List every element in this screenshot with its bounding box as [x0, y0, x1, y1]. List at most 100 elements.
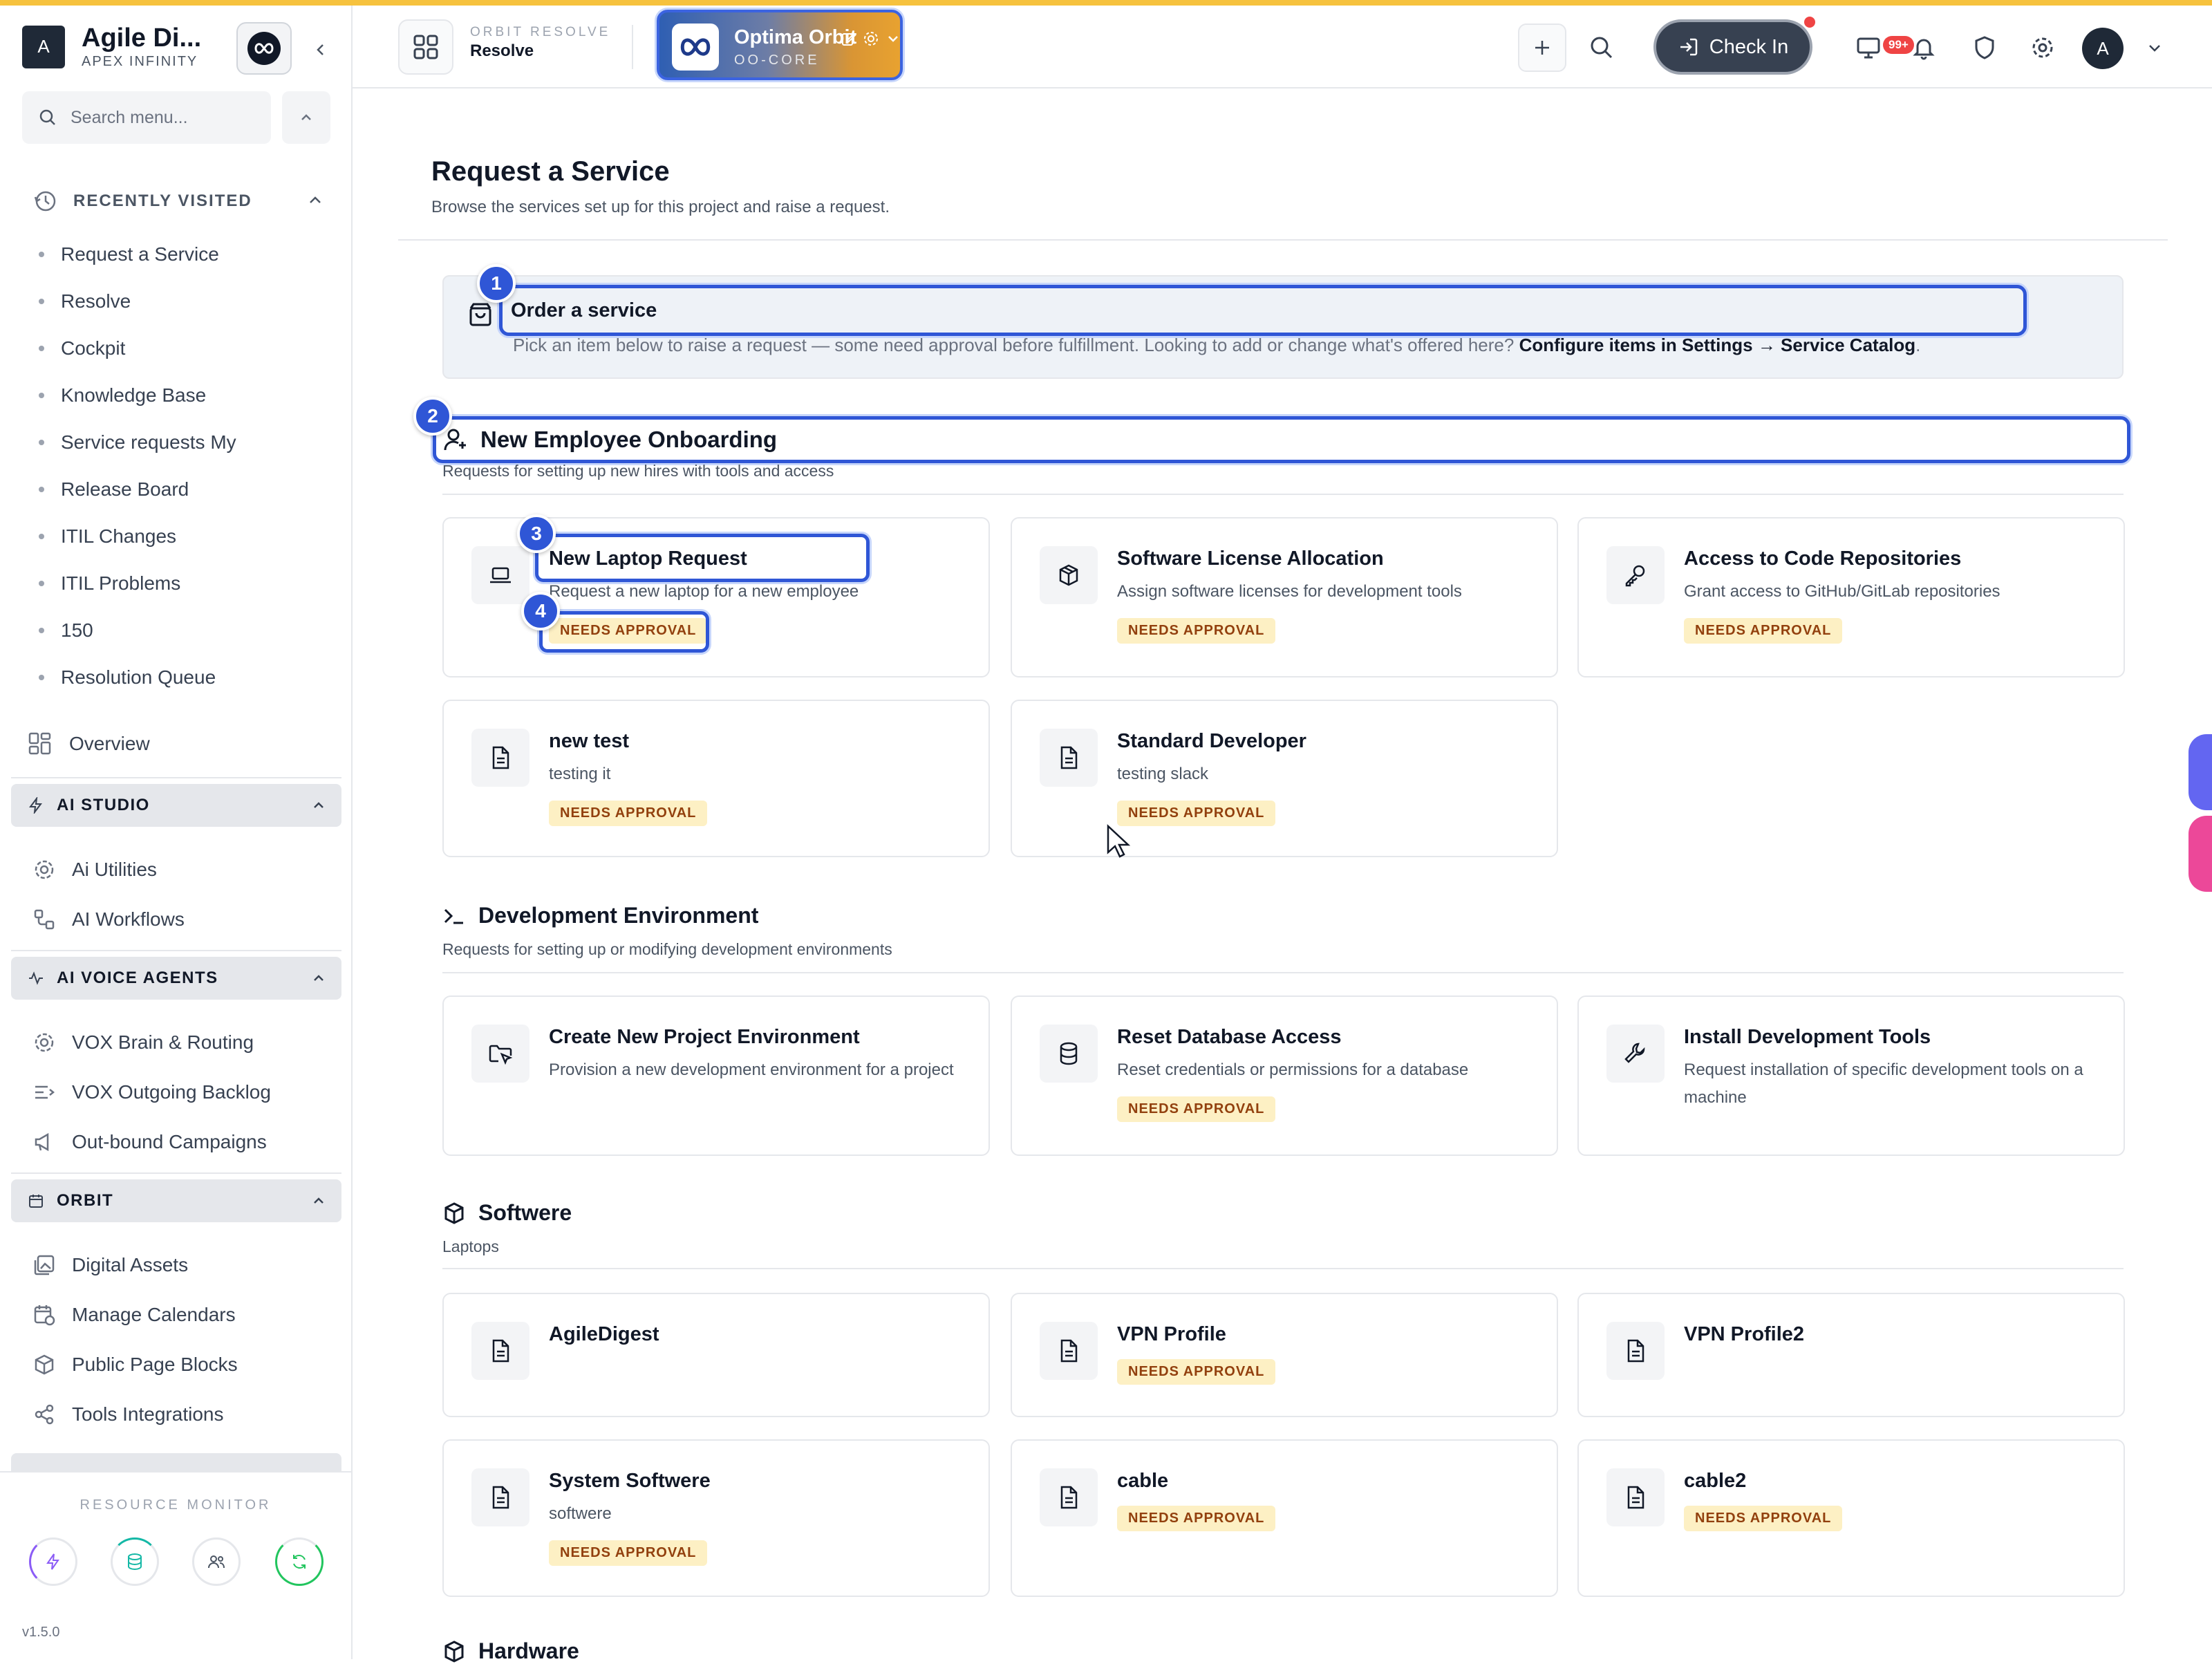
page-title: Request a Service — [431, 156, 670, 187]
service-card-new-test[interactable]: new test testing it NEEDS APPROVAL — [442, 700, 990, 857]
sidebar-item-outbound-campaigns[interactable]: Out-bound Campaigns — [33, 1121, 267, 1163]
chevron-up-icon[interactable] — [282, 91, 330, 144]
service-card-code-repositories[interactable]: Access to Code Repositories Grant access… — [1577, 517, 2125, 677]
workspace-logo-icon[interactable] — [236, 22, 292, 75]
service-card-software-license[interactable]: Software License Allocation Assign softw… — [1011, 517, 1558, 677]
chevron-up-icon[interactable] — [311, 971, 326, 986]
service-description: softwere — [549, 1504, 612, 1523]
calendar-icon — [29, 1195, 43, 1208]
needs-approval-badge: NEEDS APPROVAL — [1117, 618, 1276, 644]
recent-item[interactable]: 150 — [39, 607, 236, 654]
recent-item[interactable]: Release Board — [39, 466, 236, 513]
floating-feedback-button[interactable] — [2188, 816, 2212, 892]
sidebar-item-public-page-blocks[interactable]: Public Page Blocks — [33, 1344, 238, 1385]
recent-item[interactable]: Cockpit — [39, 325, 236, 372]
app-switcher-grid-icon[interactable] — [398, 19, 453, 75]
app-version: v1.5.0 — [22, 1625, 60, 1640]
check-in-button[interactable]: Check In — [1653, 19, 1812, 75]
chevron-up-icon[interactable] — [311, 1193, 326, 1208]
sidebar-item-vox-outgoing[interactable]: VOX Outgoing Backlog — [33, 1072, 271, 1113]
chevron-up-icon[interactable] — [307, 192, 324, 209]
megaphone-icon — [35, 1132, 49, 1152]
needs-approval-badge: NEEDS APPROVAL — [1117, 1096, 1276, 1122]
divider — [632, 25, 633, 69]
floating-assistant-button[interactable] — [2188, 734, 2212, 810]
service-description: testing slack — [1117, 765, 1209, 783]
service-title: new test — [549, 730, 630, 752]
activity-icon — [29, 971, 43, 985]
list-icon — [35, 1085, 55, 1099]
service-title: Create New Project Environment — [549, 1026, 860, 1048]
cube-icon — [35, 1354, 54, 1375]
document-icon — [471, 1322, 529, 1380]
cpu-gauge-icon[interactable] — [29, 1537, 77, 1586]
recent-item[interactable]: Resolution Queue — [39, 654, 236, 701]
service-title: Standard Developer — [1117, 730, 1306, 752]
service-card-install-dev-tools[interactable]: Install Development Tools Request instal… — [1577, 995, 2125, 1156]
sidebar-item-digital-assets[interactable]: Digital Assets — [33, 1244, 188, 1286]
search-icon[interactable] — [1577, 24, 1626, 72]
app-context-value[interactable]: Resolve — [470, 41, 534, 61]
category-header-onboarding: New Employee Onboarding — [433, 416, 2130, 463]
collapse-sidebar-icon[interactable] — [308, 37, 333, 62]
sidebar-item-ai-workflows[interactable]: AI Workflows — [33, 899, 185, 940]
section-ai-voice-agents[interactable]: AI VOICE AGENTS — [11, 957, 341, 1000]
sidebar-item-manage-calendars[interactable]: Manage Calendars — [33, 1294, 236, 1336]
service-card-create-project-env[interactable]: Create New Project Environment Provision… — [442, 995, 990, 1156]
search-icon — [39, 109, 55, 125]
service-card-vpn-profile2[interactable]: VPN Profile2 — [1577, 1293, 2125, 1417]
needs-approval-badge: NEEDS APPROVAL — [1117, 1506, 1276, 1531]
database-gauge-icon[interactable] — [111, 1537, 159, 1586]
settings-gear-icon[interactable] — [2018, 24, 2067, 72]
sidebar-item-vox-brain[interactable]: VOX Brain & Routing — [33, 1022, 254, 1063]
service-card-agiledigest[interactable]: AgileDigest — [442, 1293, 990, 1417]
service-description: Provision a new development environment … — [549, 1060, 954, 1079]
recent-item[interactable]: ITIL Problems — [39, 560, 236, 607]
chevron-down-icon[interactable] — [885, 30, 901, 47]
service-card-cable2[interactable]: cable2 NEEDS APPROVAL — [1577, 1439, 2125, 1597]
shield-icon[interactable] — [1960, 24, 2009, 72]
recent-item[interactable]: ITIL Changes — [39, 513, 236, 560]
divider — [11, 1172, 341, 1174]
recent-item[interactable]: Service requests My — [39, 419, 236, 466]
sidebar: A Agile Di... APEX INFINITY Search menu.… — [0, 6, 353, 1659]
add-plus-icon[interactable] — [1518, 24, 1566, 72]
configure-catalog-link[interactable]: Configure items in Settings → Service Ca… — [1519, 335, 1916, 355]
user-avatar[interactable]: A — [2082, 28, 2124, 69]
folder-cursor-icon — [471, 1025, 529, 1083]
sidebar-search-input[interactable]: Search menu... — [22, 91, 271, 144]
sidebar-item-tools-integrations[interactable]: Tools Integrations — [33, 1394, 223, 1435]
chevron-up-icon[interactable] — [311, 798, 326, 813]
recently-visited-header[interactable]: RECENTLY VISITED — [33, 184, 324, 218]
project-switcher[interactable]: Optima Orbit OO-CORE — [657, 10, 903, 80]
recent-item[interactable]: Request a Service — [39, 231, 236, 278]
search-placeholder: Search menu... — [71, 107, 188, 127]
bolt-icon — [29, 797, 42, 814]
edit-icon[interactable] — [841, 30, 857, 47]
recent-item[interactable]: Knowledge Base — [39, 372, 236, 419]
step-marker-3: 3 — [517, 514, 556, 553]
sidebar-item-overview[interactable]: Overview — [28, 723, 150, 765]
service-card-reset-db-access[interactable]: Reset Database Access Reset credentials … — [1011, 995, 1558, 1156]
chevron-down-icon[interactable] — [2130, 24, 2179, 72]
recent-item[interactable]: Resolve — [39, 278, 236, 325]
document-icon — [1040, 1468, 1098, 1526]
service-card-cable[interactable]: cable NEEDS APPROVAL — [1011, 1439, 1558, 1597]
gear-icon[interactable] — [863, 30, 879, 47]
sidebar-item-ai-utilities[interactable]: Ai Utilities — [33, 849, 157, 890]
sync-gauge-icon[interactable] — [275, 1537, 324, 1586]
category-description: Laptops — [442, 1237, 499, 1255]
section-orbit[interactable]: ORBIT — [11, 1179, 341, 1222]
workflow-icon — [34, 909, 55, 930]
divider — [442, 494, 2124, 495]
service-card-vpn-profile[interactable]: VPN Profile NEEDS APPROVAL — [1011, 1293, 1558, 1417]
service-card-system-softwere[interactable]: System Softwere softwere NEEDS APPROVAL — [442, 1439, 990, 1597]
step-marker-1: 1 — [477, 264, 516, 303]
service-description: Reset credentials or permissions for a d… — [1117, 1060, 1469, 1079]
brand[interactable]: A Agile Di... APEX INFINITY — [22, 24, 201, 70]
users-gauge-icon[interactable] — [192, 1537, 241, 1586]
section-ai-studio[interactable]: AI STUDIO — [11, 784, 341, 827]
user-plus-icon — [444, 429, 466, 451]
service-card-standard-developer[interactable]: Standard Developer testing slack NEEDS A… — [1011, 700, 1558, 857]
needs-approval-badge: NEEDS APPROVAL — [1117, 1359, 1276, 1385]
